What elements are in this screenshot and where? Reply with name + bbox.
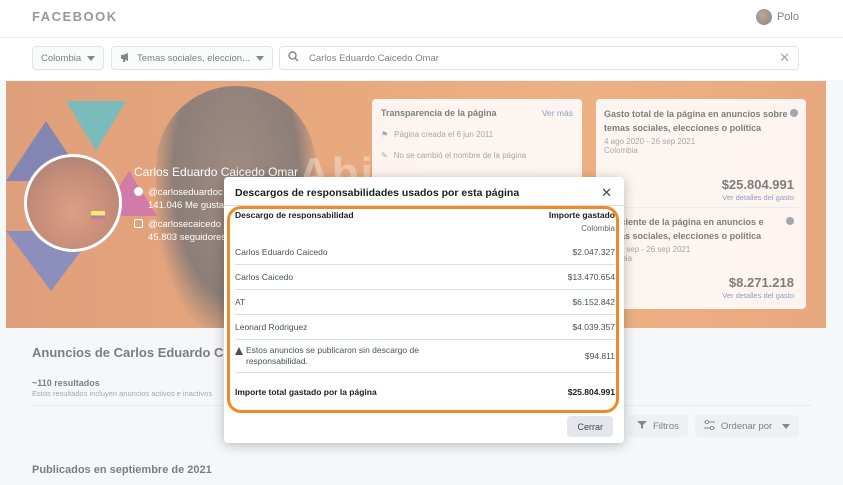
- disclaimer-amount: $6.152.842: [572, 297, 615, 307]
- disclaimer-name: AT: [235, 297, 246, 307]
- warning-icon: [235, 347, 243, 355]
- no-disclaimer-text: Estos anuncios se publicaron sin descarg…: [246, 345, 419, 366]
- disclaimer-name: Carlos Caicedo: [235, 272, 294, 282]
- disclaimers-modal: Descargos de responsabilidades usados po…: [224, 177, 624, 443]
- disclaimers-table: Descargo de responsabilidad Importe gast…: [235, 210, 615, 397]
- column-header-country: Colombia: [581, 224, 615, 233]
- table-row: Leonard Rodriguez $4.039.357: [235, 315, 615, 340]
- table-row: Carlos Eduardo Caicedo $2.047.327: [235, 240, 615, 265]
- disclaimer-amount: $2.047.327: [572, 247, 615, 257]
- modal-title: Descargos de responsabilidades usados po…: [235, 187, 520, 199]
- disclaimer-name: Leonard Rodriguez: [235, 322, 308, 332]
- close-button[interactable]: Cerrar: [567, 416, 613, 437]
- total-label: Importe total gastado por la página: [235, 387, 377, 397]
- no-disclaimer-amount: $94.811: [584, 351, 615, 361]
- total-amount: $25.804.991: [567, 387, 615, 397]
- table-total-row: Importe total gastado por la página $25.…: [235, 387, 615, 397]
- table-row: Carlos Caicedo $13.470.654: [235, 265, 615, 290]
- divider: [224, 205, 624, 206]
- disclaimer-amount: $4.039.357: [572, 322, 615, 332]
- close-icon[interactable]: ✕: [601, 185, 612, 201]
- column-header-amount: Importe gastado: [548, 210, 615, 220]
- table-header: Descargo de responsabilidad Importe gast…: [235, 210, 615, 220]
- column-header-disclaimer: Descargo de responsabilidad: [235, 210, 354, 220]
- disclaimer-name: Carlos Eduardo Caicedo: [235, 247, 328, 257]
- disclaimer-amount: $13.470.654: [567, 272, 615, 282]
- table-row: AT $6.152.842: [235, 290, 615, 315]
- table-row: Estos anuncios se publicaron sin descarg…: [235, 340, 615, 373]
